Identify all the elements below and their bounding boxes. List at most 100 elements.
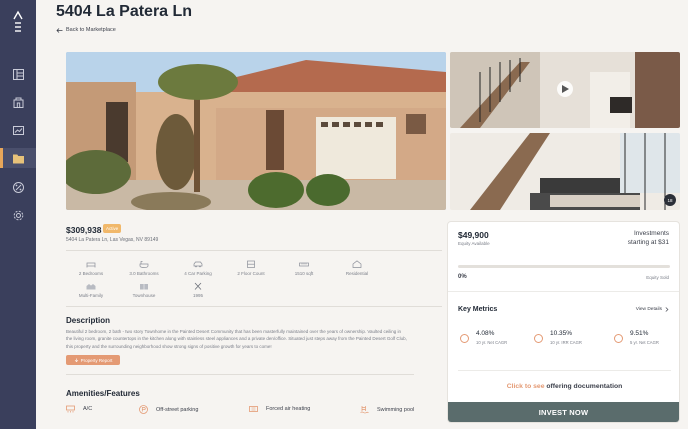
heater-icon (249, 406, 258, 412)
car-icon (193, 261, 203, 268)
gallery-thumb-video[interactable] (450, 52, 680, 128)
feature-label: 4 Car Parking (184, 271, 212, 276)
divider (66, 250, 442, 251)
arrow-left-icon (56, 27, 63, 33)
feature-bedrooms: 2 Bedrooms (65, 260, 117, 276)
back-link-label: Back to Marketplace (66, 27, 116, 33)
offering-docs-prefix: Click to see (506, 383, 545, 390)
ruler-icon (299, 262, 309, 267)
folder-icon (12, 154, 24, 163)
feature-label: 2 Floor Count (237, 271, 265, 276)
bath-icon (139, 261, 149, 268)
feature-label: 2 Bedrooms (78, 271, 104, 276)
floor-icon (247, 260, 255, 268)
feature-sqft: 1510 sqft (278, 260, 330, 276)
feature-style: Townhouse (118, 282, 170, 298)
home-icon (352, 260, 362, 268)
gallery-thumb-living-room[interactable]: 18 (450, 133, 680, 210)
amenities-title: Amenities/Features (66, 389, 140, 398)
feature-year-built: 1995 (172, 282, 224, 298)
metric-label: 10 yr. Net CAGR (476, 340, 508, 345)
layout-icon (12, 68, 24, 80)
feature-label: 3.0 Bathrooms (129, 271, 159, 276)
chart-icon (12, 125, 24, 135)
key-metrics-title: Key Metrics (458, 306, 498, 313)
multifamily-icon (86, 284, 96, 290)
amenity-item: Off-street parking (139, 405, 198, 414)
metric-label: 10 yr. IRR CAGR (550, 340, 582, 345)
progress-percent: 0% (458, 274, 467, 280)
feature-type: Residential (331, 260, 383, 276)
metric-label: 5 yr. Net CAGR (630, 340, 659, 345)
invest-now-button[interactable]: INVEST NOW (448, 402, 679, 422)
app-logo[interactable] (8, 10, 28, 34)
view-details-label: View Details (635, 307, 662, 312)
photo-count-badge[interactable]: 18 (664, 194, 676, 206)
equity-sold-label: Equity Sold (646, 275, 669, 280)
divider (458, 370, 671, 371)
feature-label: 1995 (192, 293, 203, 298)
gear-icon (13, 210, 23, 220)
divider (66, 374, 414, 375)
offering-docs-link[interactable]: Click to see offering documentation (448, 383, 679, 390)
feature-label: Townhouse (132, 293, 156, 298)
sidebar-item-dashboard[interactable] (0, 64, 36, 84)
investment-minimum: starting at $31 (627, 239, 669, 246)
sidebar-item-portfolio[interactable] (0, 120, 36, 140)
amenity-item: Swimming pool (360, 405, 414, 414)
description-text: Beautiful 2 bedroom, 2 bath - two story … (66, 329, 407, 349)
page-title: 5404 La Patera Ln (56, 3, 193, 20)
status-badge: Active (103, 224, 122, 233)
feature-label: 1510 sqft (294, 271, 314, 276)
view-details-link[interactable]: View Details (636, 307, 669, 312)
feature-label: Multi-Family (78, 293, 104, 298)
amenity-label: Swimming pool (377, 406, 415, 413)
feature-floors: 2 Floor Count (225, 260, 277, 276)
feature-category: Multi-Family (65, 282, 117, 298)
percent-icon (12, 181, 24, 193)
pool-icon (360, 406, 369, 414)
play-video-icon[interactable] (557, 81, 573, 97)
amenity-label: A/C (83, 406, 93, 412)
equity-amount: $49,900 (458, 230, 489, 240)
bed-icon (86, 262, 96, 268)
sidebar (0, 0, 36, 429)
sidebar-item-documents[interactable] (0, 148, 36, 168)
equity-label: Equity Available (458, 241, 490, 246)
divider (66, 306, 442, 307)
building-icon (13, 97, 23, 108)
feature-label: Residential (345, 271, 369, 276)
hammer-icon (194, 282, 202, 290)
offering-docs-suffix: offering documentation (546, 383, 623, 390)
equity-progress-bar (458, 265, 670, 268)
listing-address: 5404 La Patera Ln, Las Vegas, NV 89149 (66, 237, 159, 243)
download-icon (74, 358, 78, 362)
sidebar-item-properties[interactable] (0, 92, 36, 112)
metric-value: 9.51% (630, 330, 649, 337)
metric-icon (534, 334, 543, 343)
investments-label: Investments (633, 230, 669, 237)
amenity-item: Forced air heating (249, 405, 310, 413)
metric-icon (614, 334, 623, 343)
townhouse-icon (140, 284, 148, 290)
metric-value: 10.35% (550, 330, 573, 337)
property-report-button[interactable]: Property Report (66, 355, 120, 365)
description-title: Description (66, 316, 111, 325)
photo-count: 18 (667, 197, 673, 203)
chevron-right-icon (665, 307, 669, 312)
feature-bathrooms: 3.0 Bathrooms (118, 260, 170, 276)
sidebar-item-offers[interactable] (0, 177, 36, 197)
main-photo[interactable] (66, 52, 446, 210)
amenity-item: A/C (66, 405, 92, 413)
metric-icon (460, 334, 469, 343)
feature-parking: 4 Car Parking (172, 260, 224, 276)
amenity-label: Off-street parking (156, 406, 199, 413)
parking-icon (139, 405, 148, 414)
ac-icon (66, 405, 75, 413)
divider (448, 291, 679, 292)
back-to-marketplace-link[interactable]: Back to Marketplace (56, 27, 116, 33)
sidebar-item-settings[interactable] (0, 205, 36, 225)
invest-now-label: INVEST NOW (538, 407, 589, 417)
metric-value: 4.08% (476, 330, 495, 337)
amenity-label: Forced air heating (266, 406, 311, 412)
